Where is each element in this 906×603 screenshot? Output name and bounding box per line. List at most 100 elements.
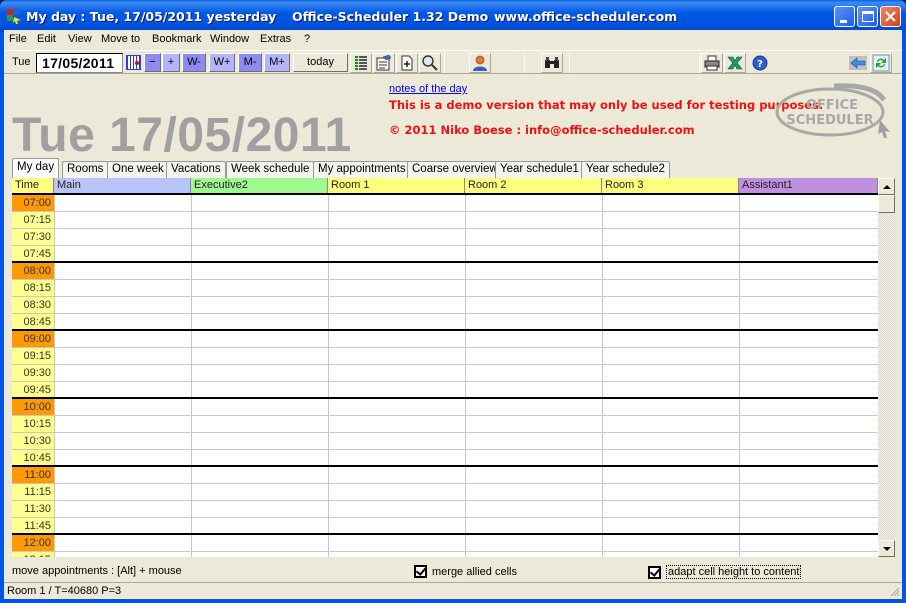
schedule-cell[interactable] [192,331,328,347]
next-month-button[interactable]: M+ [264,53,290,72]
schedule-cell[interactable] [329,365,465,381]
schedule-cell[interactable] [192,212,328,228]
schedule-cell[interactable] [192,450,328,465]
schedule-cell[interactable] [192,399,328,415]
time-slot-row[interactable]: 12:00 [12,535,878,552]
schedule-cell[interactable] [740,535,878,551]
schedule-cell[interactable] [603,450,739,465]
tab-my-appointments[interactable]: My appointments [313,161,411,178]
schedule-cell[interactable] [466,552,602,557]
notes-of-the-day-link[interactable]: notes of the day [389,83,467,95]
schedule-cell[interactable] [466,280,602,296]
schedule-cell[interactable] [603,195,739,211]
checkbox-checked-icon[interactable] [414,565,427,578]
schedule-cell[interactable] [329,229,465,245]
schedule-cell[interactable] [603,365,739,381]
schedule-cell[interactable] [466,314,602,329]
schedule-cell[interactable] [740,314,878,329]
menu-help[interactable]: ? [304,33,310,45]
print-button[interactable] [701,53,723,73]
time-slot-row[interactable]: 11:30 [12,501,878,518]
schedule-cell[interactable] [55,552,191,557]
schedule-cell[interactable] [192,535,328,551]
scroll-down-button[interactable] [878,540,895,557]
schedule-cell[interactable] [329,399,465,415]
schedule-cell[interactable] [329,450,465,465]
time-slot-row[interactable]: 11:15 [12,484,878,501]
menu-file[interactable]: File [9,33,27,45]
schedule-cell[interactable] [740,348,878,364]
schedule-cell[interactable] [329,280,465,296]
schedule-cell[interactable] [55,348,191,364]
schedule-cell[interactable] [466,246,602,261]
menu-bookmark[interactable]: Bookmark [152,33,202,45]
search-button[interactable] [419,53,441,73]
schedule-cell[interactable] [55,501,191,517]
schedule-cell[interactable] [55,450,191,465]
schedule-cell[interactable] [192,348,328,364]
schedule-cell[interactable] [55,229,191,245]
schedule-cell[interactable] [192,246,328,261]
schedule-cell[interactable] [55,518,191,533]
merge-allied-cells-checkbox[interactable]: merge allied cells [414,565,517,578]
checkbox-checked-icon[interactable] [648,565,661,579]
schedule-cell[interactable] [466,399,602,415]
schedule-cell[interactable] [192,501,328,517]
time-slot-row[interactable]: 10:15 [12,416,878,433]
time-slot-row[interactable]: 11:00 [12,467,878,484]
time-slot-row[interactable]: 12:15 [12,552,878,557]
schedule-cell[interactable] [192,552,328,557]
schedule-cell[interactable] [466,433,602,449]
schedule-cell[interactable] [329,416,465,432]
schedule-cell[interactable] [740,518,878,533]
schedule-cell[interactable] [740,484,878,500]
properties-button[interactable] [373,53,395,73]
schedule-cell[interactable] [466,450,602,465]
schedule-cell[interactable] [466,348,602,364]
menu-view[interactable]: View [68,33,92,45]
schedule-cell[interactable] [192,416,328,432]
schedule-cell[interactable] [466,229,602,245]
maximize-button[interactable] [857,6,878,27]
schedule-cell[interactable] [466,416,602,432]
today-button[interactable]: today [293,53,348,72]
schedule-cell[interactable] [466,535,602,551]
schedule-cell[interactable] [55,331,191,347]
menu-move-to[interactable]: Move to [101,33,140,45]
column-header-room-1[interactable]: Room 1 [328,178,465,194]
schedule-cell[interactable] [603,467,739,483]
prev-week-button[interactable]: W- [182,53,206,72]
schedule-cell[interactable] [740,212,878,228]
schedule-cell[interactable] [55,399,191,415]
close-button[interactable] [880,6,901,27]
tab-week-schedule[interactable]: Week schedule [226,161,315,178]
time-slot-row[interactable]: 07:00 [12,195,878,212]
tab-year-schedule1[interactable]: Year schedule1 [495,161,584,178]
schedule-cell[interactable] [603,416,739,432]
schedule-cell[interactable] [192,195,328,211]
adapt-cell-height-checkbox[interactable]: adapt cell height to content [648,565,802,579]
schedule-cell[interactable] [466,263,602,279]
schedule-cell[interactable] [466,331,602,347]
schedule-cell[interactable] [192,484,328,500]
schedule-cell[interactable] [466,365,602,381]
schedule-cell[interactable] [466,212,602,228]
time-slot-row[interactable]: 09:15 [12,348,878,365]
schedule-cell[interactable] [55,484,191,500]
tab-vacations[interactable]: Vacations [166,161,226,178]
schedule-cell[interactable] [740,229,878,245]
schedule-cell[interactable] [192,467,328,483]
prev-day-button[interactable]: − [144,53,161,72]
schedule-cell[interactable] [466,467,602,483]
schedule-cell[interactable] [603,382,739,397]
time-slot-row[interactable]: 08:00 [12,263,878,280]
time-slot-row[interactable]: 08:45 [12,314,878,331]
title-bar[interactable]: My day : Tue, 17/05/2011 yesterday Offic… [0,0,906,32]
time-slot-row[interactable]: 07:30 [12,229,878,246]
time-slot-row[interactable]: 07:45 [12,246,878,263]
schedule-cell[interactable] [329,552,465,557]
schedule-cell[interactable] [55,416,191,432]
schedule-cell[interactable] [329,467,465,483]
grid-view-button[interactable] [350,53,372,73]
time-slot-row[interactable]: 07:15 [12,212,878,229]
